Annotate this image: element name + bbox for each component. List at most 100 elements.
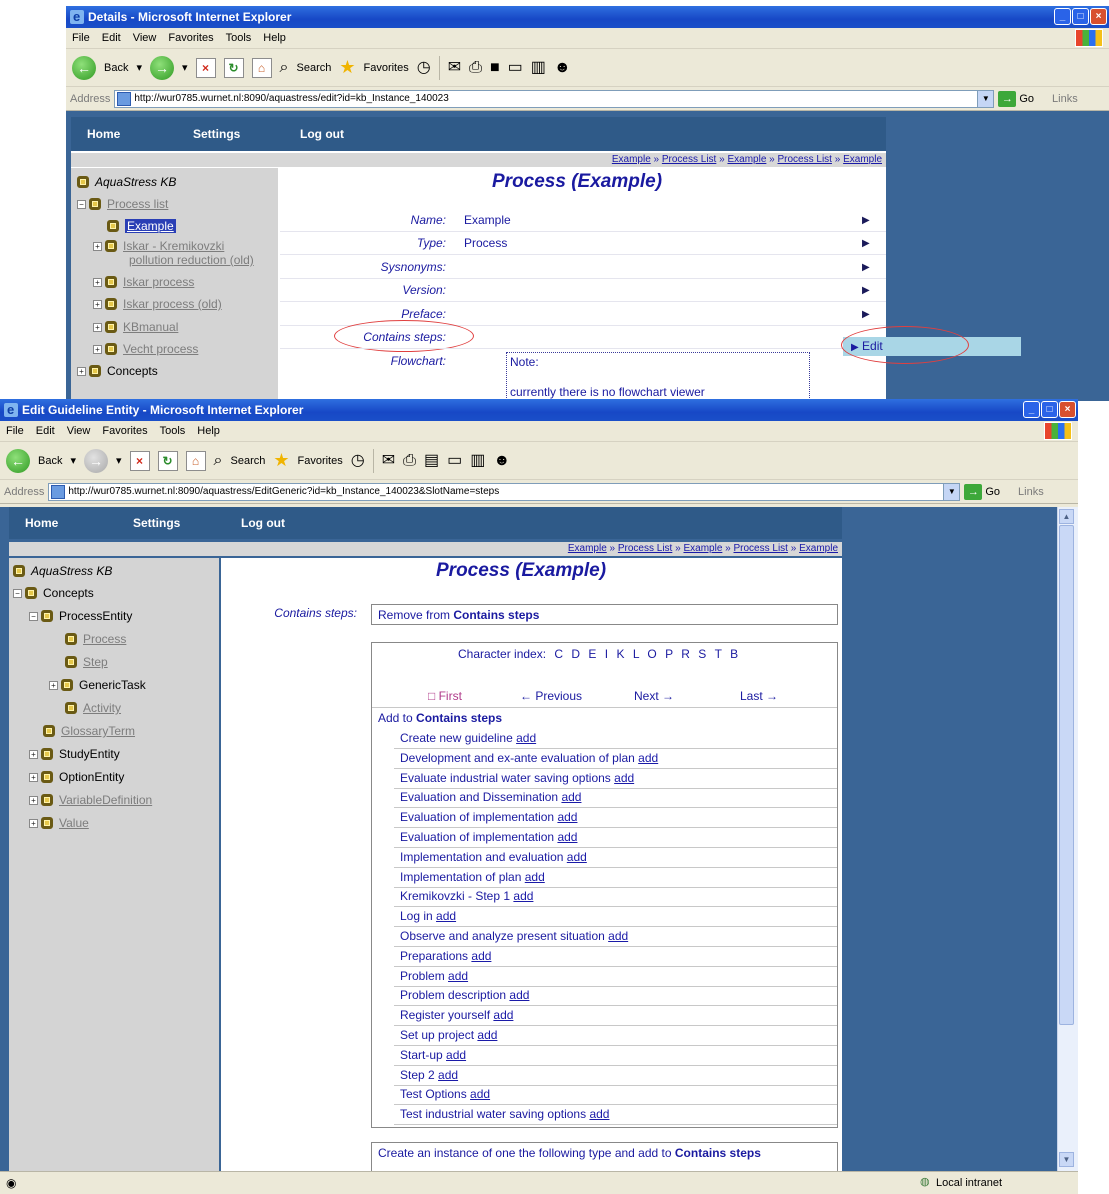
tree-item-activity[interactable]: Activity — [65, 701, 121, 715]
history-icon[interactable]: ◷ — [351, 451, 365, 471]
menu-tools[interactable]: Tools — [226, 32, 252, 44]
collapse-icon[interactable]: − — [13, 588, 22, 598]
expand-icon[interactable]: + — [93, 277, 102, 287]
word-edit-icon[interactable]: ▤ — [424, 451, 439, 471]
menu-edit[interactable]: Edit — [36, 425, 55, 437]
nav-settings[interactable]: Settings — [193, 127, 240, 141]
tree-item-process[interactable]: Process — [65, 632, 126, 646]
tree-label[interactable]: Process list — [107, 197, 168, 211]
search-icon[interactable]: ⌕ — [214, 451, 223, 471]
tree-root[interactable]: AquaStress KB — [77, 175, 176, 189]
forward-arrow-icon[interactable]: → — [150, 55, 174, 80]
add-step-link[interactable]: add — [471, 949, 491, 963]
expand-icon[interactable]: + — [93, 344, 102, 354]
minimize-button[interactable]: _ — [1023, 401, 1040, 418]
address-url[interactable]: http://wur0785.wurnet.nl:8090/aquastress… — [68, 486, 499, 497]
forward-dropdown-icon[interactable]: ▾ — [182, 61, 188, 74]
add-step-link[interactable]: add — [614, 771, 634, 785]
tree-item-concepts[interactable]: + Concepts — [77, 364, 158, 378]
breadcrumb-link[interactable]: Process List — [662, 154, 716, 165]
home-icon[interactable]: ⌂ — [251, 57, 272, 78]
expand-icon[interactable]: + — [29, 749, 38, 759]
favorites-button-label[interactable]: Favorites — [364, 62, 409, 74]
tree-item-concepts[interactable]: − Concepts — [13, 586, 94, 600]
messenger-icon[interactable]: ☻ — [554, 58, 571, 78]
links-label[interactable]: Links — [1052, 93, 1078, 105]
char-index-letter[interactable]: T — [715, 647, 722, 661]
add-step-link[interactable]: add — [477, 1028, 497, 1042]
char-index-letter[interactable]: O — [647, 647, 656, 661]
collapse-icon[interactable]: − — [77, 199, 86, 209]
tree-item-study-entity[interactable]: + StudyEntity — [29, 747, 120, 761]
add-step-link[interactable]: add — [438, 1068, 458, 1082]
expand-icon[interactable]: + — [93, 322, 102, 332]
maximize-button[interactable]: □ — [1072, 8, 1089, 25]
back-arrow-icon[interactable]: ← — [6, 448, 30, 473]
breadcrumb-link[interactable]: Example — [683, 543, 722, 554]
menu-file[interactable]: File — [72, 32, 90, 44]
expand-arrow-icon[interactable]: ▶ — [862, 238, 870, 249]
address-url[interactable]: http://wur0785.wurnet.nl:8090/aquastress… — [134, 93, 448, 104]
breadcrumb-link[interactable]: Process List — [734, 543, 788, 554]
tree-label[interactable]: Iskar process — [123, 275, 194, 289]
tree-label[interactable]: Step — [83, 655, 108, 669]
tree-label[interactable]: Process — [83, 632, 126, 646]
char-index-letter[interactable]: E — [588, 647, 596, 661]
expand-icon[interactable]: + — [29, 818, 38, 828]
stop-icon[interactable]: × — [195, 57, 216, 78]
tree-label[interactable]: Iskar process (old) — [123, 297, 222, 311]
char-index-letter[interactable]: P — [665, 647, 673, 661]
minimize-button[interactable]: _ — [1054, 8, 1071, 25]
add-step-link[interactable]: add — [448, 969, 468, 983]
tree-label[interactable]: Vecht process — [123, 342, 198, 356]
expand-icon[interactable]: + — [49, 680, 58, 690]
char-index-letter[interactable]: K — [616, 647, 624, 661]
expand-arrow-icon[interactable]: ▶ — [862, 262, 870, 273]
tree-item-option-entity[interactable]: + OptionEntity — [29, 770, 124, 784]
tree-item-iskar-kremikovzki[interactable]: + Iskar - Kremikovzki — [93, 239, 224, 253]
scroll-thumb[interactable] — [1059, 525, 1074, 1025]
address-dropdown-icon[interactable]: ▼ — [977, 90, 994, 107]
pager-previous[interactable]: ← Previous — [520, 689, 582, 703]
tree-label[interactable]: pollution reduction (old) — [129, 253, 254, 267]
tree-item-kbmanual[interactable]: + KBmanual — [93, 320, 178, 334]
tree-item-example[interactable]: Example — [107, 219, 176, 233]
back-arrow-icon[interactable]: ← — [72, 55, 96, 80]
tree-label[interactable]: GlossaryTerm — [61, 724, 135, 738]
refresh-icon[interactable]: ↻ — [223, 57, 244, 78]
stop-icon[interactable]: × — [129, 450, 150, 471]
back-dropdown-icon[interactable]: ▾ — [70, 454, 76, 467]
home-icon[interactable]: ⌂ — [185, 450, 206, 471]
breadcrumb-link[interactable]: Example — [799, 543, 838, 554]
add-step-link[interactable]: add — [567, 850, 587, 864]
breadcrumb-link[interactable]: Example — [727, 154, 766, 165]
char-index-letter[interactable]: B — [730, 647, 738, 661]
add-step-link[interactable]: add — [493, 1008, 513, 1022]
breadcrumb-link[interactable]: Example — [843, 154, 882, 165]
address-input[interactable]: http://wur0785.wurnet.nl:8090/aquastress… — [114, 89, 995, 108]
edit-page-icon[interactable]: ■ — [490, 58, 500, 78]
add-step-link[interactable]: add — [608, 929, 628, 943]
vertical-scrollbar[interactable]: ▲ ▼ — [1057, 507, 1078, 1171]
tree-item-process-list[interactable]: − Process list — [77, 197, 168, 211]
tree-label[interactable]: VariableDefinition — [59, 793, 152, 807]
back-button-label[interactable]: Back — [38, 455, 62, 467]
pager-next[interactable]: Next → — [634, 689, 674, 703]
tree-label[interactable]: Activity — [83, 701, 121, 715]
menu-help[interactable]: Help — [263, 32, 286, 44]
research-icon[interactable]: ▥ — [470, 451, 485, 471]
breadcrumb-link[interactable]: Example — [568, 543, 607, 554]
expand-icon[interactable]: + — [93, 299, 102, 309]
menu-file[interactable]: File — [6, 425, 24, 437]
favorites-star-icon[interactable]: ★ — [273, 450, 289, 471]
messenger-icon[interactable]: ☻ — [493, 451, 510, 471]
add-step-link[interactable]: add — [557, 830, 577, 844]
menu-favorites[interactable]: Favorites — [102, 425, 147, 437]
mail-icon[interactable]: ✉ — [448, 58, 461, 78]
breadcrumb-link[interactable]: Process List — [618, 543, 672, 554]
tree-item-generic-task[interactable]: + GenericTask — [49, 678, 146, 692]
char-index-letter[interactable]: I — [605, 647, 608, 661]
pager-last[interactable]: Last → — [740, 689, 778, 703]
expand-arrow-icon[interactable]: ▶ — [862, 215, 870, 226]
nav-logout[interactable]: Log out — [300, 127, 344, 141]
